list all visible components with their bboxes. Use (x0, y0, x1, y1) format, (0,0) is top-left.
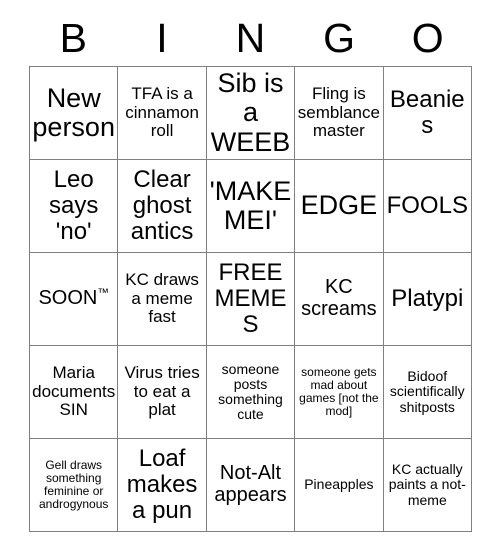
bingo-cell-n2[interactable]: 'MAKE MEI' (205, 159, 296, 253)
bingo-cell-o2[interactable]: FOOLS (382, 159, 473, 253)
bingo-cell-n5[interactable]: Not-Alt appears (205, 438, 296, 532)
bingo-cell-i3[interactable]: KC draws a meme fast (117, 252, 207, 346)
bingo-cell-g2[interactable]: EDGE (294, 159, 384, 253)
table-row: SOON™ KC draws a meme fast FREE MEMES KC… (28, 252, 473, 346)
bingo-cell-o4[interactable]: Bidoof scientifically shitposts (382, 345, 473, 439)
bingo-cell-b1[interactable]: New person (28, 66, 119, 160)
bingo-card: B I N G O New person TFA is a cinnamon r… (28, 10, 473, 532)
table-row: Gell draws something feminine or androgy… (28, 438, 473, 532)
bingo-header-letter-b: B (59, 14, 87, 61)
bingo-cell-g3[interactable]: KC screams (294, 252, 384, 346)
bingo-cell-i5[interactable]: Loaf makes a pun (117, 438, 207, 532)
bingo-header-letter-o: O (411, 14, 444, 61)
table-row: Maria documents SIN Virus tries to eat a… (28, 345, 473, 439)
bingo-cell-n3[interactable]: FREE MEMES (205, 252, 296, 346)
bingo-grid-body: New person TFA is a cinnamon roll Sib is… (28, 66, 473, 532)
bingo-grid: New person TFA is a cinnamon roll Sib is… (28, 66, 473, 532)
bingo-header-letter-g: G (323, 14, 356, 61)
bingo-cell-g5[interactable]: Pineapples (294, 438, 384, 532)
bingo-cell-b4[interactable]: Maria documents SIN (28, 345, 119, 439)
trademark-symbol: ™ (97, 286, 109, 300)
bingo-cell-b3[interactable]: SOON™ (28, 252, 119, 346)
bingo-cell-o1[interactable]: Beanies (382, 66, 473, 160)
bingo-cell-i1[interactable]: TFA is a cinnamon roll (117, 66, 207, 160)
bingo-cell-b2[interactable]: Leo says 'no' (28, 159, 119, 253)
bingo-cell-i4[interactable]: Virus tries to eat a plat (117, 345, 207, 439)
bingo-header-letter-i: I (156, 14, 168, 61)
bingo-cell-o3[interactable]: Platypi (382, 252, 473, 346)
table-row: Leo says 'no' Clear ghost antics 'MAKE M… (28, 159, 473, 253)
bingo-cell-o5[interactable]: KC actually paints a not-meme (382, 438, 473, 532)
bingo-cell-i2[interactable]: Clear ghost antics (117, 159, 207, 253)
bingo-cell-n4[interactable]: someone posts something cute (205, 345, 296, 439)
bingo-header: B I N G O (29, 10, 472, 66)
bingo-cell-g4[interactable]: someone gets mad about games [not the mo… (294, 345, 384, 439)
table-row: New person TFA is a cinnamon roll Sib is… (28, 66, 473, 160)
bingo-cell-g1[interactable]: Fling is semblance master (294, 66, 384, 160)
bingo-cell-b5[interactable]: Gell draws something feminine or androgy… (28, 438, 119, 532)
bingo-cell-n1[interactable]: Sib is a WEEB (205, 66, 296, 160)
bingo-header-letter-n: N (235, 14, 266, 61)
